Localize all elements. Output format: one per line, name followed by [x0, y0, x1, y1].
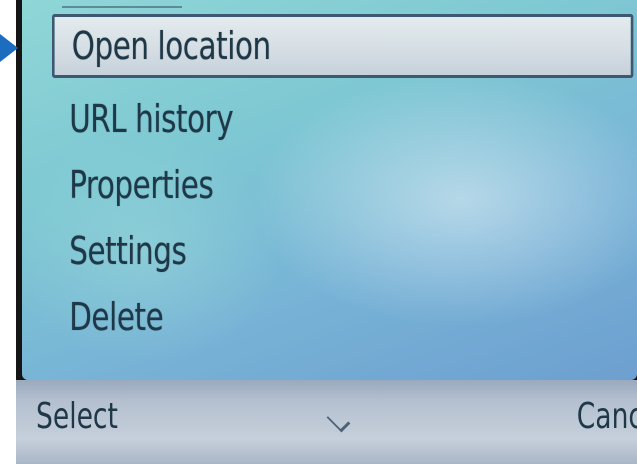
- phone-display: Open location URL history Properties Set…: [16, 0, 637, 464]
- pointer-arrow-icon: [0, 34, 18, 62]
- menu-item-url-history[interactable]: URL history: [52, 86, 534, 152]
- menu-title-fragment: [62, 0, 182, 8]
- menu-screen: Open location URL history Properties Set…: [22, 0, 637, 380]
- menu-item-label: Open location: [71, 24, 271, 68]
- options-menu: Open location URL history Properties Set…: [52, 14, 634, 350]
- cancel-softkey[interactable]: Cancel: [577, 396, 637, 437]
- menu-item-label: URL history: [69, 97, 234, 141]
- menu-item-delete[interactable]: Delete: [52, 284, 534, 350]
- menu-item-label: Settings: [69, 229, 187, 273]
- menu-item-label: Properties: [69, 163, 214, 207]
- menu-item-label: Delete: [69, 295, 164, 339]
- chevron-down-icon[interactable]: [326, 408, 351, 433]
- menu-item-open-location[interactable]: Open location: [52, 14, 634, 78]
- softkey-bar: Select Cancel: [16, 380, 637, 464]
- menu-item-settings[interactable]: Settings: [52, 218, 534, 284]
- select-softkey[interactable]: Select: [36, 396, 118, 437]
- menu-item-properties[interactable]: Properties: [52, 152, 534, 218]
